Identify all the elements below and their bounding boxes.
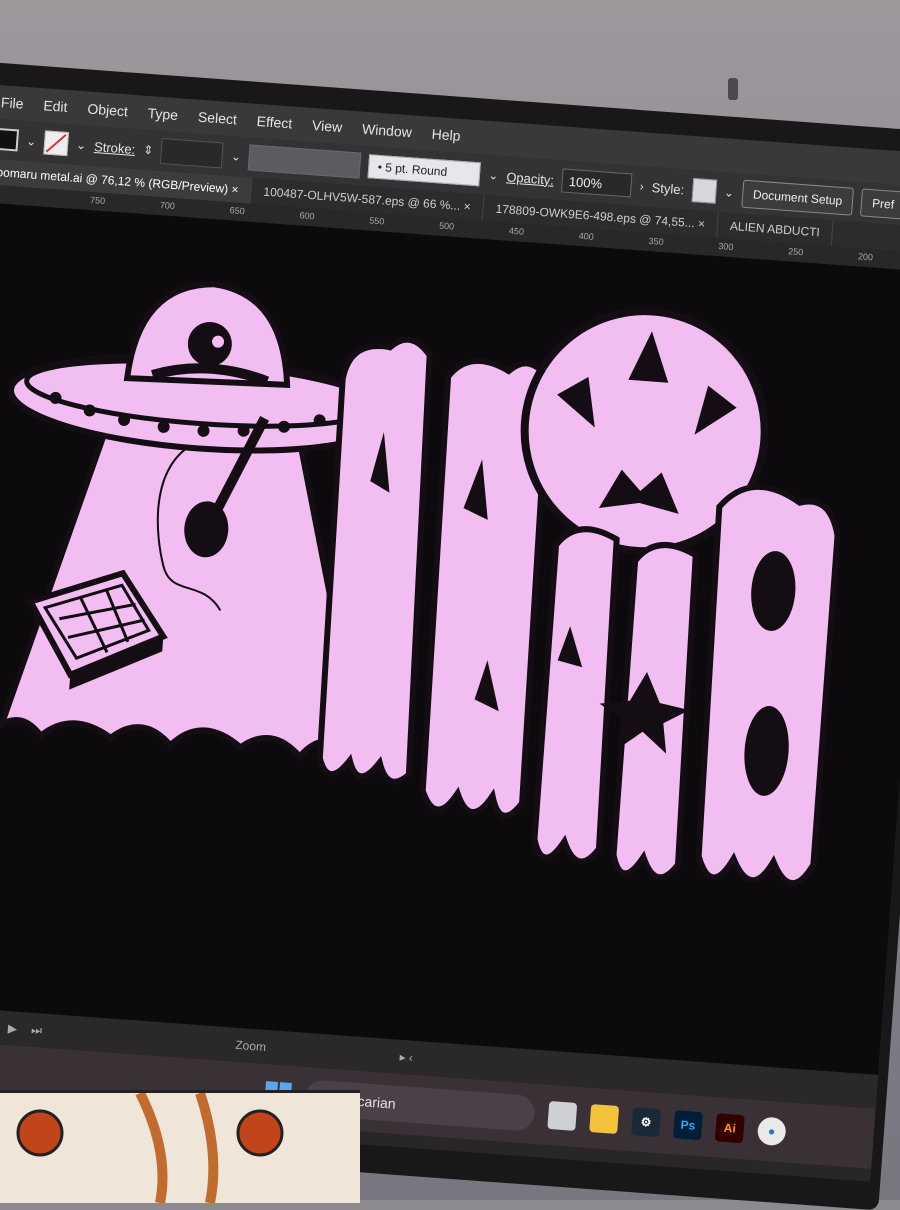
ruler-tick: 400 — [578, 230, 595, 242]
ruler-tick: 600 — [299, 210, 315, 222]
menu-window[interactable]: Window — [362, 121, 413, 141]
menu-select[interactable]: Select — [197, 109, 237, 128]
tab-close-icon[interactable]: × — [698, 217, 706, 231]
menu-view[interactable]: View — [312, 117, 343, 135]
tab-label: ALIEN ABDUCTI — [729, 218, 821, 240]
ruler-tick: 750 — [89, 194, 106, 206]
menu-edit[interactable]: Edit — [43, 97, 68, 115]
stroke-label[interactable]: Stroke: — [94, 139, 136, 157]
ruler-tick: 500 — [438, 220, 455, 232]
ruler-tick: 300 — [718, 241, 734, 253]
ruler-tick: 450 — [508, 225, 525, 237]
artboard-canvas[interactable] — [0, 201, 900, 1075]
variable-width-profile[interactable] — [248, 144, 362, 179]
ruler-tick: 250 — [787, 246, 804, 258]
last-artboard-icon[interactable]: ⏭ — [31, 1022, 43, 1038]
task-view-icon[interactable] — [547, 1100, 578, 1131]
brush-label: 5 pt. Round — [384, 160, 448, 179]
menu-effect[interactable]: Effect — [256, 113, 293, 132]
opacity-input[interactable]: 100% — [561, 168, 633, 198]
file-explorer-icon[interactable] — [589, 1104, 620, 1135]
metal-lettering — [316, 307, 841, 887]
anime-sticker-illustration — [0, 1090, 360, 1204]
stroke-stepper-icon[interactable]: ⇕ — [143, 143, 154, 158]
style-swatch[interactable] — [691, 178, 717, 204]
style-chevron-icon[interactable]: ⌄ — [724, 185, 735, 200]
style-label: Style: — [651, 179, 685, 197]
stroke-swatch[interactable] — [43, 130, 70, 157]
artwork-logo[interactable] — [0, 202, 900, 1075]
document-setup-button[interactable]: Document Setup — [741, 179, 855, 216]
tab-close-icon[interactable]: × — [231, 182, 239, 196]
steam-icon[interactable]: ⚙ — [631, 1107, 662, 1138]
next-artboard-icon[interactable]: ▶ — [7, 1021, 17, 1036]
fill-dropdown-chevron-icon[interactable]: ⌄ — [26, 134, 37, 149]
monitor: File Edit Object Type Select Effect View… — [0, 60, 900, 1210]
stroke-weight-chevron-icon[interactable]: ⌄ — [231, 149, 242, 164]
opacity-arrow-icon[interactable]: › — [639, 179, 644, 193]
ruler-tick: 700 — [159, 200, 176, 212]
brush-definition-select[interactable]: • 5 pt. Round — [367, 154, 482, 187]
ruler-tick: 650 — [229, 205, 246, 217]
opacity-label[interactable]: Opacity: — [506, 169, 555, 187]
chrome-icon[interactable]: ● — [756, 1116, 787, 1147]
brush-chevron-icon[interactable]: ⌄ — [488, 168, 499, 183]
screen: File Edit Object Type Select Effect View… — [0, 84, 900, 1182]
tab-close-icon[interactable]: × — [463, 199, 471, 213]
stroke-dropdown-chevron-icon[interactable]: ⌄ — [76, 138, 87, 153]
preferences-button[interactable]: Pref — [860, 188, 900, 220]
fill-swatch[interactable] — [0, 127, 20, 152]
ruler-tick: 350 — [648, 235, 664, 248]
zoom-label[interactable]: Zoom — [235, 1038, 267, 1054]
photoshop-icon[interactable]: Ps — [672, 1110, 703, 1141]
illustrator-icon[interactable]: Ai — [714, 1113, 745, 1144]
stroke-weight-input[interactable] — [160, 138, 225, 169]
status-arrows-icon[interactable]: ▸ ‹ — [399, 1050, 413, 1065]
ruler-tick: 550 — [368, 215, 385, 227]
ruler-tick: 200 — [857, 251, 874, 263]
menu-file[interactable]: File — [0, 94, 24, 112]
wall-mark — [728, 78, 738, 100]
menu-object[interactable]: Object — [87, 100, 129, 119]
menu-help[interactable]: Help — [431, 126, 461, 144]
menu-type[interactable]: Type — [147, 105, 178, 123]
